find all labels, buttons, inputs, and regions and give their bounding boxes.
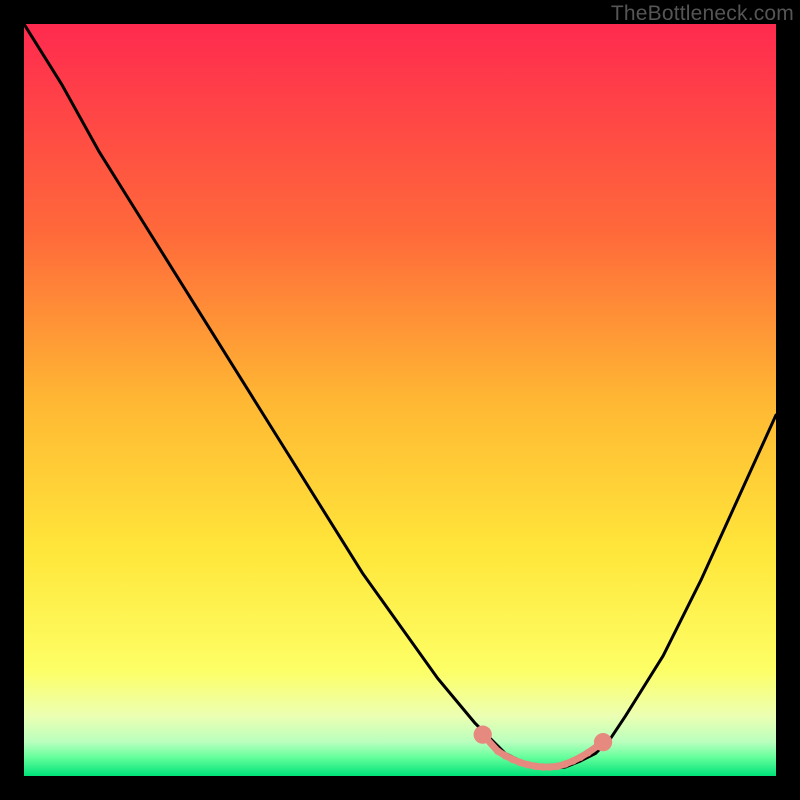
- marker-dot: [509, 756, 516, 763]
- marker-dot: [494, 747, 501, 754]
- marker-dot: [502, 752, 509, 759]
- chart-frame: TheBottleneck.com: [0, 0, 800, 800]
- marker-dot: [584, 749, 591, 756]
- marker-dot: [562, 760, 569, 767]
- marker-dot: [554, 763, 561, 770]
- marker-dot: [577, 753, 584, 760]
- marker-dot: [474, 726, 492, 744]
- marker-dot: [524, 761, 531, 768]
- marker-dot: [569, 757, 576, 764]
- marker-dot: [532, 763, 539, 770]
- watermark-text: TheBottleneck.com: [611, 2, 794, 26]
- marker-dot: [517, 759, 524, 766]
- gradient-background: [24, 24, 776, 776]
- marker-dot: [547, 763, 554, 770]
- marker-dot: [539, 763, 546, 770]
- plot-area: [24, 24, 776, 776]
- marker-dot: [594, 733, 612, 751]
- chart-svg: [24, 24, 776, 776]
